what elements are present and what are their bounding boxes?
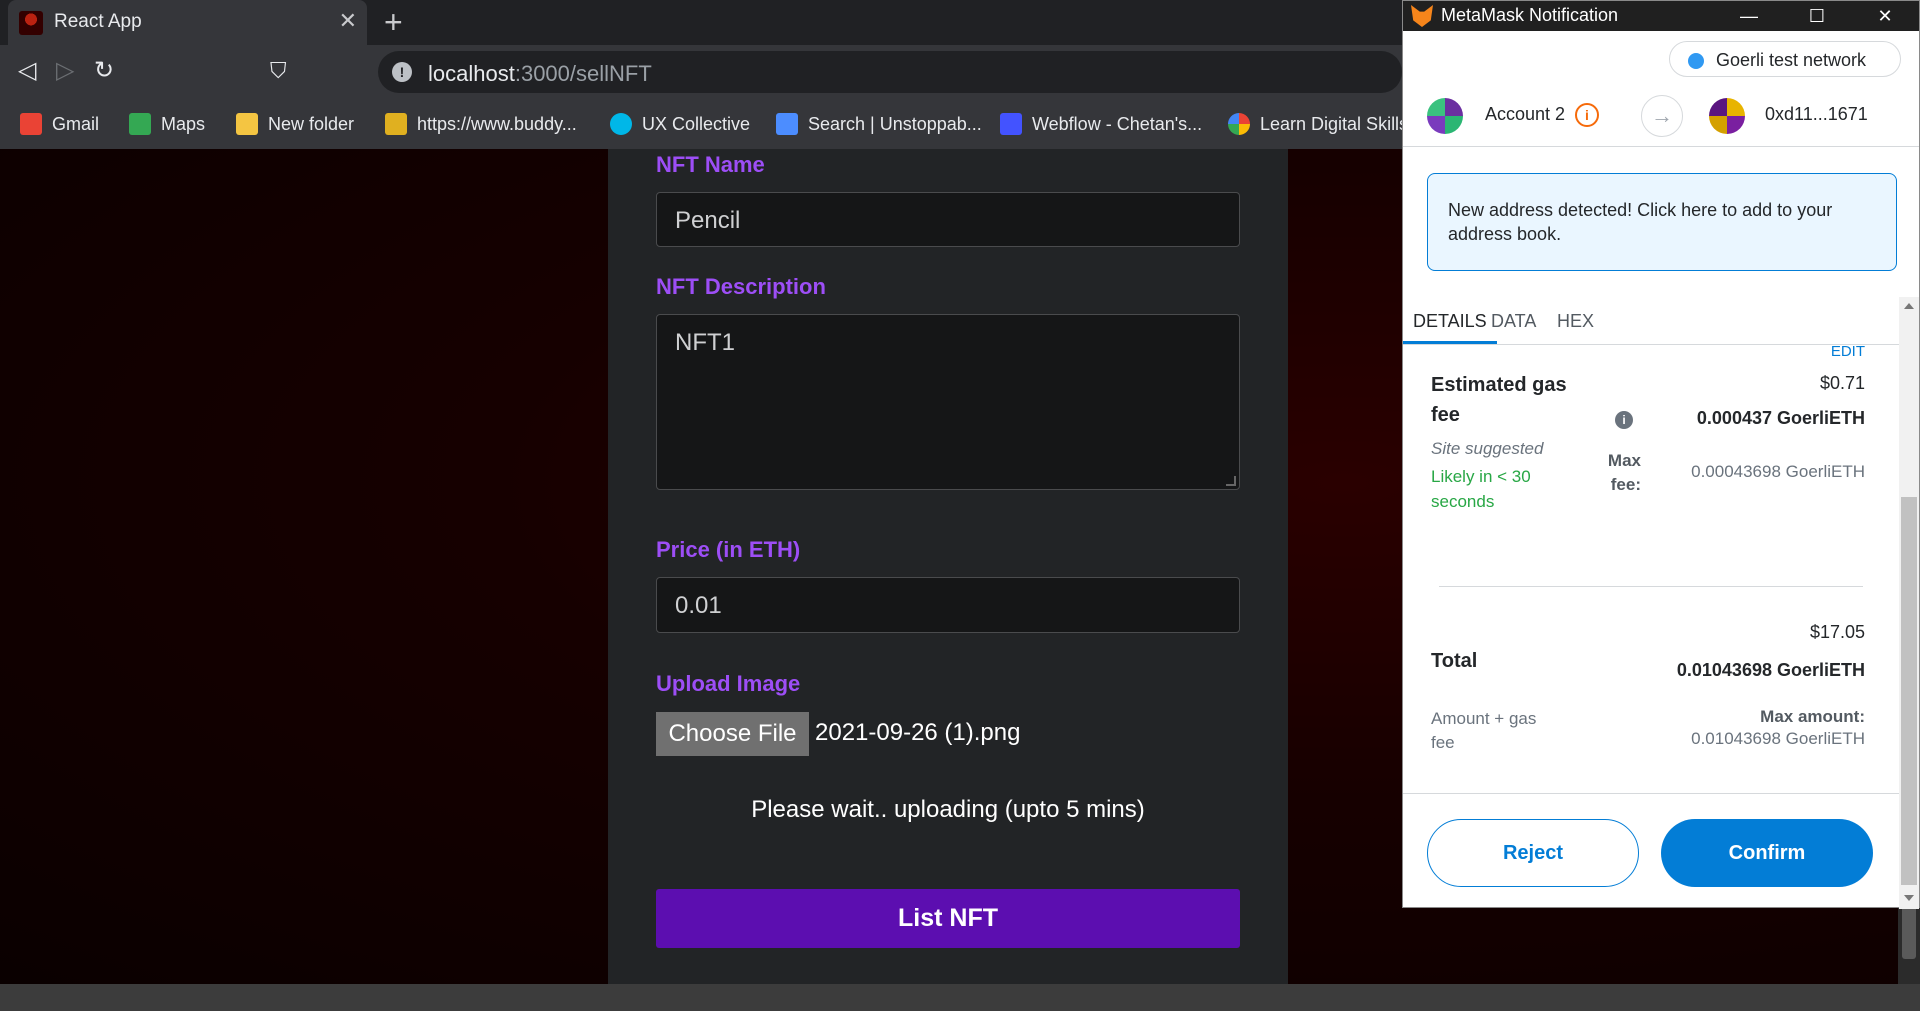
edit-gas-link[interactable]: EDIT bbox=[1831, 346, 1865, 360]
gas-fee-label: Estimated gas fee bbox=[1431, 374, 1567, 426]
react-app-favicon-icon bbox=[19, 11, 43, 35]
bookmark-buddy[interactable]: https://www.buddy... bbox=[385, 109, 577, 139]
metamask-titlebar: MetaMask Notification — ☐ ✕ bbox=[1403, 1, 1919, 31]
bookmark-new-folder[interactable]: New folder bbox=[236, 109, 354, 139]
upload-status-message: Please wait.. uploading (upto 5 mins) bbox=[751, 796, 1145, 823]
choose-file-button[interactable]: Choose File bbox=[656, 712, 809, 756]
selected-file-name: 2021-09-26 (1).png bbox=[815, 719, 1021, 746]
gmail-icon bbox=[20, 113, 42, 135]
maps-icon bbox=[129, 113, 151, 135]
network-status-icon bbox=[1688, 53, 1704, 69]
address-bar[interactable]: ! localhost:3000/sellNFT bbox=[378, 51, 1775, 93]
buddy-icon bbox=[385, 113, 407, 135]
folder-icon bbox=[236, 113, 258, 135]
transaction-tabs: DETAILS DATA HEX bbox=[1403, 297, 1899, 345]
reject-button[interactable]: Reject bbox=[1427, 819, 1639, 887]
tab-details[interactable]: DETAILS bbox=[1413, 311, 1487, 332]
confirm-button[interactable]: Confirm bbox=[1661, 819, 1873, 887]
max-fee-value: 0.00043698 GoerliETH bbox=[1691, 462, 1865, 481]
gas-fee-eth: 0.000437 GoerliETH bbox=[1696, 408, 1865, 428]
minimize-icon[interactable]: — bbox=[1715, 1, 1783, 31]
close-tab-icon[interactable]: ✕ bbox=[339, 9, 357, 33]
bookmark-gmail[interactable]: Gmail bbox=[20, 109, 99, 139]
new-address-notice[interactable]: New address detected! Click here to add … bbox=[1427, 173, 1897, 271]
back-icon[interactable]: ◁ bbox=[18, 57, 36, 85]
recipient-avatar bbox=[1709, 98, 1745, 134]
nft-name-label: NFT Name bbox=[656, 152, 765, 177]
close-window-icon[interactable]: ✕ bbox=[1851, 1, 1919, 31]
amount-gas-label: Amount + gas fee bbox=[1431, 709, 1537, 752]
google-icon bbox=[1228, 113, 1250, 135]
bookmark-ux-collective[interactable]: UX Collective bbox=[610, 109, 750, 139]
site-suggested-text: Site suggested bbox=[1431, 439, 1544, 458]
scroll-up-icon[interactable] bbox=[1904, 303, 1914, 309]
total-eth: 0.01043698 GoerliETH bbox=[1676, 660, 1865, 680]
list-nft-button[interactable]: List NFT bbox=[656, 889, 1240, 948]
url-text: localhost:3000/sellNFT bbox=[428, 61, 652, 86]
total-label: Total bbox=[1431, 650, 1478, 672]
transaction-details: EDIT Estimated gas fee i $0.71 0.000437 G… bbox=[1403, 346, 1899, 791]
scroll-down-icon[interactable] bbox=[1904, 895, 1914, 901]
arrow-right-icon: → bbox=[1641, 95, 1683, 137]
tab-data[interactable]: DATA bbox=[1491, 311, 1536, 332]
bookmark-maps[interactable]: Maps bbox=[129, 109, 205, 139]
metamask-scrollbar[interactable] bbox=[1899, 297, 1919, 909]
bookmark-unstoppable[interactable]: Search | Unstoppab... bbox=[776, 109, 982, 139]
recipient-address[interactable]: 0xd11...1671 bbox=[1765, 104, 1868, 125]
likely-time-text: Likely in < 30 seconds bbox=[1431, 467, 1531, 511]
gas-info-icon[interactable]: i bbox=[1615, 411, 1633, 429]
ux-collective-icon bbox=[610, 113, 632, 135]
metamask-scrollbar-thumb[interactable] bbox=[1901, 497, 1917, 885]
upload-image-label: Upload Image bbox=[656, 671, 801, 696]
bookmark-webflow[interactable]: Webflow - Chetan's... bbox=[1000, 109, 1202, 139]
bookmark-icon[interactable]: ⛉ bbox=[270, 57, 287, 85]
details-divider bbox=[1439, 586, 1863, 587]
resize-handle-icon[interactable] bbox=[1226, 476, 1236, 486]
sender-account-name[interactable]: Account 2 bbox=[1485, 104, 1565, 125]
sell-nft-form: NFT Name Pencil NFT Description NFT1 Pri… bbox=[608, 149, 1288, 984]
browser-tab[interactable]: React App ✕ bbox=[8, 0, 367, 45]
max-amount-label: Max amount: bbox=[1760, 707, 1865, 726]
price-label: Price (in ETH) bbox=[656, 537, 801, 562]
metamask-window: MetaMask Notification — ☐ ✕ Goerli test … bbox=[1402, 0, 1920, 909]
metamask-window-title: MetaMask Notification bbox=[1441, 5, 1619, 25]
forward-icon[interactable]: ▷ bbox=[56, 57, 74, 85]
webflow-icon bbox=[1000, 113, 1022, 135]
total-usd: $17.05 bbox=[1809, 622, 1865, 642]
sender-avatar bbox=[1427, 98, 1463, 134]
network-name: Goerli test network bbox=[1716, 50, 1867, 70]
bookmark-learn-digital[interactable]: Learn Digital Skills bbox=[1228, 109, 1408, 139]
price-input[interactable]: 0.01 bbox=[656, 577, 1240, 633]
tab-title: React App bbox=[54, 11, 142, 32]
account-transfer-row: Account 2 i → 0xd11...1671 bbox=[1403, 87, 1919, 147]
reload-icon[interactable]: ↻ bbox=[94, 57, 114, 85]
max-amount-value: 0.01043698 GoerliETH bbox=[1691, 729, 1865, 748]
maximize-icon[interactable]: ☐ bbox=[1783, 1, 1851, 31]
nft-description-label: NFT Description bbox=[656, 274, 826, 299]
unstoppable-icon bbox=[776, 113, 798, 135]
bottom-bar bbox=[0, 984, 1920, 1011]
site-info-icon[interactable]: ! bbox=[392, 62, 412, 82]
network-selector[interactable]: Goerli test network bbox=[1669, 41, 1901, 77]
account-info-icon[interactable]: i bbox=[1575, 103, 1599, 127]
metamask-fox-icon bbox=[1411, 5, 1433, 27]
nft-description-textarea[interactable]: NFT1 bbox=[656, 314, 1240, 490]
metamask-footer: Reject Confirm bbox=[1403, 793, 1919, 907]
max-fee-label: Max fee: bbox=[1607, 451, 1641, 494]
active-tab-indicator bbox=[1403, 341, 1497, 344]
new-tab-icon[interactable]: + bbox=[384, 6, 403, 38]
nft-name-input[interactable]: Pencil bbox=[656, 192, 1240, 247]
gas-fee-usd: $0.71 bbox=[1819, 373, 1865, 393]
tab-hex[interactable]: HEX bbox=[1557, 311, 1594, 332]
